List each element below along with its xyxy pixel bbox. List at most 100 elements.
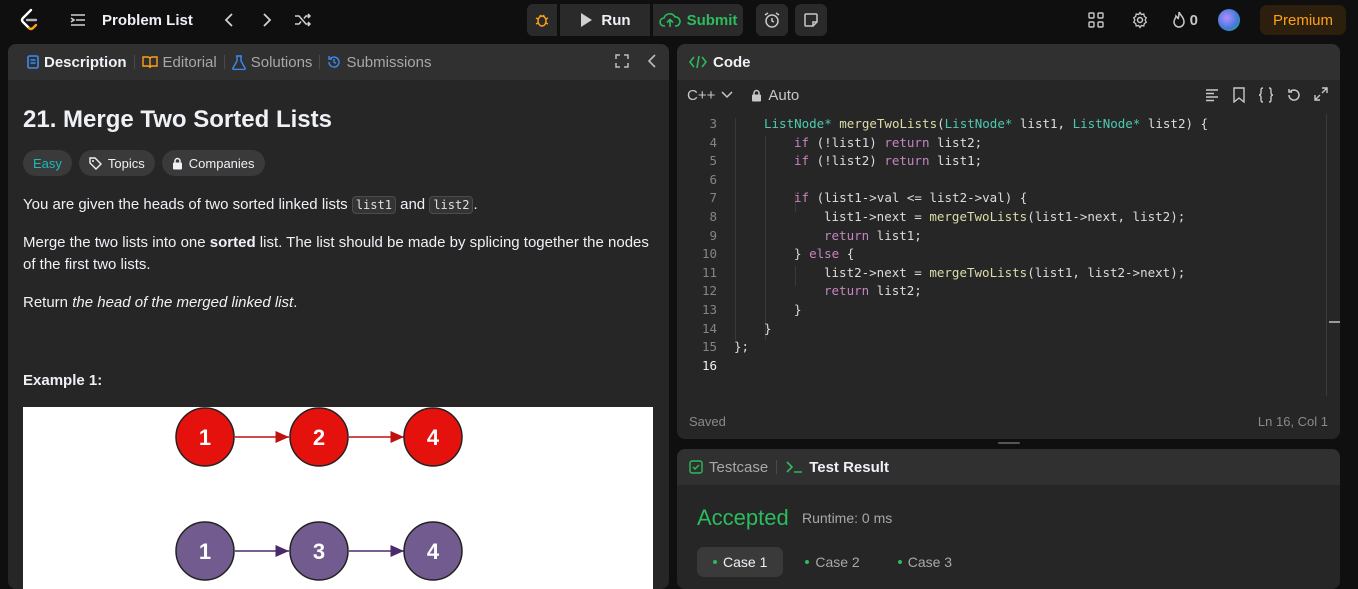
- list2-node: 1: [175, 521, 235, 581]
- token: }: [764, 320, 772, 336]
- fire-icon: [1172, 11, 1185, 28]
- note-icon: [804, 13, 818, 27]
- result-panel: Testcase Test Result Accepted Runtime: 0…: [677, 449, 1340, 589]
- tab-editorial[interactable]: Editorial: [135, 54, 224, 71]
- code-line: return list2;: [824, 283, 922, 298]
- tab-submissions[interactable]: Submissions: [320, 54, 438, 71]
- problem-description: 21. Merge Two Sorted Lists Easy Topics C…: [8, 106, 669, 389]
- companies-chip-label: Companies: [188, 155, 255, 171]
- list1-node: 2: [289, 407, 349, 467]
- collapse-left-icon[interactable]: [647, 54, 657, 68]
- fullscreen-icon[interactable]: [615, 54, 629, 68]
- shuffle-icon[interactable]: [291, 8, 315, 32]
- run-button[interactable]: Run: [560, 4, 650, 36]
- lock-icon: [172, 157, 182, 169]
- tab-solutions[interactable]: Solutions: [225, 54, 320, 71]
- premium-button[interactable]: Premium: [1260, 5, 1346, 35]
- line-number: 8: [709, 209, 717, 224]
- notes-button[interactable]: [795, 4, 827, 36]
- cursor-position: Ln 16, Col 1: [1257, 414, 1328, 429]
- problem-list-link[interactable]: Problem List: [102, 12, 193, 29]
- document-icon: [27, 55, 39, 69]
- pass-dot: [713, 560, 717, 564]
- inline-code: list2: [429, 196, 474, 214]
- settings-gear-icon[interactable]: [1128, 8, 1152, 32]
- line-number: 3: [709, 116, 717, 131]
- code-line: if (!list2) return list1;: [794, 153, 982, 168]
- chevron-right-icon[interactable]: [255, 8, 279, 32]
- token: list2->next =: [824, 264, 930, 280]
- text: .: [473, 196, 478, 213]
- token: return: [824, 227, 870, 243]
- curly-braces-icon[interactable]: [1258, 87, 1274, 103]
- companies-chip[interactable]: Companies: [161, 150, 265, 176]
- reset-icon[interactable]: [1286, 87, 1302, 103]
- code-line: }: [764, 321, 772, 336]
- code-editor[interactable]: 3 4 5 6 7 8 9 10 11 12 13 14 15 16 ListN…: [677, 114, 1340, 384]
- topics-chip[interactable]: Topics: [78, 150, 155, 176]
- token: ListNode*: [944, 116, 1013, 131]
- layout-grid-icon[interactable]: [1084, 8, 1108, 32]
- verdict-accepted: Accepted: [697, 505, 789, 530]
- list-icon[interactable]: [66, 8, 90, 32]
- svg-text:3: 3: [313, 539, 325, 564]
- text: and: [395, 196, 430, 213]
- case-tab-1[interactable]: Case 1: [697, 547, 784, 577]
- auto-mode[interactable]: Auto: [751, 87, 799, 104]
- streak-count: 0: [1189, 11, 1198, 29]
- token: else: [809, 246, 840, 262]
- debug-button[interactable]: [527, 4, 557, 36]
- tab-test-result[interactable]: Test Result: [777, 459, 897, 476]
- text: Merge the two lists into one: [23, 234, 210, 251]
- tab-submissions-label: Submissions: [346, 53, 432, 71]
- example-diagram: 1 2 4 1 3 4: [23, 407, 653, 589]
- submit-button[interactable]: Submit: [653, 4, 743, 36]
- token: (!list2): [809, 153, 885, 169]
- text: .: [293, 294, 298, 311]
- line-number: 12: [701, 283, 717, 299]
- editor-scrollbar[interactable]: [1326, 114, 1340, 396]
- problem-title[interactable]: 21. Merge Two Sorted Lists: [23, 106, 654, 134]
- token: list1;: [869, 227, 922, 243]
- indent-guide: [795, 266, 796, 286]
- pass-dot: [805, 560, 810, 564]
- difficulty-badge: Easy: [23, 150, 72, 176]
- indent-guide: [735, 118, 736, 340]
- expand-icon[interactable]: [1314, 87, 1328, 101]
- token: ListNode*: [1072, 116, 1141, 131]
- code-line: ListNode* mergeTwoLists(ListNode* list1,…: [764, 116, 1208, 131]
- tab-description[interactable]: Description: [20, 54, 134, 71]
- language-select[interactable]: C++: [687, 87, 733, 104]
- leetcode-logo-icon[interactable]: [18, 8, 40, 32]
- token: (: [937, 116, 945, 131]
- case-tab-3[interactable]: Case 3: [882, 547, 968, 577]
- run-label: Run: [601, 11, 631, 29]
- format-lines-icon[interactable]: [1204, 87, 1220, 103]
- token: list2;: [929, 134, 983, 150]
- line-number: 9: [709, 227, 717, 243]
- svg-text:1: 1: [199, 539, 211, 564]
- code-line: if (!list1) return list2;: [794, 135, 982, 150]
- topics-chip-label: Topics: [107, 155, 145, 171]
- tag-icon: [89, 156, 102, 170]
- token: {: [839, 246, 855, 262]
- list1-node: 4: [403, 407, 463, 467]
- svg-text:1: 1: [199, 425, 211, 450]
- run-controls: Run Submit: [527, 4, 827, 36]
- avatar[interactable]: [1218, 9, 1240, 31]
- resize-handle[interactable]: [998, 442, 1020, 444]
- lock-icon: [752, 89, 762, 101]
- code-line: };: [734, 339, 749, 354]
- description-paragraph-1: You are given the heads of two sorted li…: [23, 194, 654, 216]
- bookmark-icon[interactable]: [1232, 87, 1246, 103]
- play-icon: [581, 13, 593, 27]
- streak-counter[interactable]: 0: [1172, 11, 1198, 29]
- timer-button[interactable]: [756, 4, 788, 36]
- case-tab-2[interactable]: Case 2: [789, 547, 875, 577]
- chevron-left-icon[interactable]: [217, 8, 241, 32]
- description-paragraph-3: Return the head of the merged linked lis…: [23, 292, 654, 314]
- tab-testcase[interactable]: Testcase: [689, 459, 776, 476]
- inline-code: list1: [351, 196, 396, 214]
- tab-description-label: Description: [44, 53, 127, 71]
- case-tabs: Case 1 Case 2 Case 3: [697, 547, 968, 577]
